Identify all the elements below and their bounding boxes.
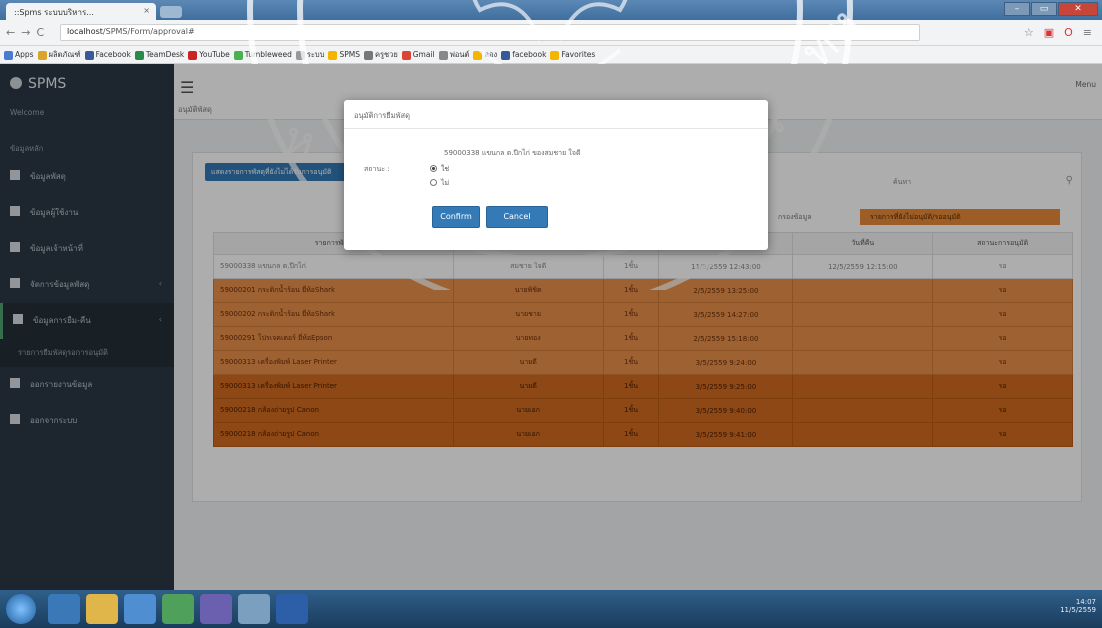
extension-icon[interactable]: ▣ — [1044, 26, 1054, 39]
bookmark-item[interactable]: ครูชวย — [363, 49, 398, 61]
bookmark-item[interactable]: Gmail — [401, 50, 435, 60]
line-icon[interactable] — [162, 594, 194, 624]
bookmark-icon — [328, 50, 338, 60]
browser-titlebar: ::Spms ระบบบริหาร... × – ▭ ✕ — [0, 0, 1102, 20]
bookmark-item[interactable]: Tumbleweed — [233, 50, 292, 60]
back-icon[interactable]: ← — [6, 26, 21, 39]
new-tab-button[interactable] — [160, 6, 182, 18]
bookmark-item[interactable]: Favorites — [550, 50, 595, 60]
radio-dot — [430, 165, 437, 172]
ie-icon[interactable] — [48, 594, 80, 624]
bookmark-label: Gmail — [412, 50, 435, 59]
close-window-button[interactable]: ✕ — [1058, 2, 1098, 16]
opera-icon[interactable]: O — [1064, 26, 1073, 39]
bookmark-icon — [401, 50, 411, 60]
windows-taskbar: 14:07 11/5/2559 — [0, 590, 1102, 628]
address-bar: ←→C localhost/SPMS/Form/approval# ☆ ▣ O … — [0, 20, 1102, 46]
bookmark-label: Facebook — [95, 50, 131, 59]
star-icon[interactable]: ☆ — [1024, 26, 1034, 39]
bookmark-icon — [188, 50, 198, 60]
app-icon[interactable] — [238, 594, 270, 624]
bookmark-item[interactable]: facebook — [501, 50, 546, 60]
clock-date: 11/5/2559 — [1060, 606, 1096, 614]
bookmark-icon — [134, 50, 144, 60]
nav-buttons: ←→C — [6, 26, 50, 39]
status-field-label: สถานะ : — [364, 165, 390, 173]
bookmark-item[interactable]: ผลิตภัณฑ์ — [37, 49, 81, 61]
bookmark-icon — [233, 50, 243, 60]
bookmark-label: ครูชวย — [374, 50, 398, 59]
url-host: localhost — [67, 27, 103, 36]
bookmark-label: ลอง — [484, 50, 498, 59]
bookmark-item[interactable]: TeamDesk — [134, 50, 185, 60]
bookmark-icon — [295, 50, 305, 60]
url-input[interactable]: localhost/SPMS/Form/approval# — [60, 24, 920, 41]
browser-toolbar-icons: ☆ ▣ O ≡ — [1024, 26, 1092, 39]
system-tray: 14:07 11/5/2559 — [1060, 598, 1096, 614]
tab-title: ::Spms ระบบบริหาร... — [14, 8, 94, 17]
radio-label: ไม่ — [441, 179, 450, 187]
clock-time: 14:07 — [1075, 598, 1096, 606]
bookmark-label: ฟอนต์ — [449, 50, 470, 59]
cancel-button[interactable]: Cancel — [486, 206, 548, 228]
word-icon[interactable] — [276, 594, 308, 624]
bookmark-label: Apps — [15, 50, 34, 59]
bookmark-item[interactable]: ลอง — [473, 49, 497, 61]
bookmark-item[interactable]: ระบบ — [295, 49, 325, 61]
radio-label: ใช่ — [441, 165, 450, 173]
bookmark-label: Favorites — [561, 50, 596, 59]
bookmark-label: ผลิตภัณฑ์ — [48, 50, 81, 59]
window-controls: – ▭ ✕ — [1004, 2, 1098, 16]
menu-icon[interactable]: ≡ — [1083, 26, 1092, 39]
forward-icon[interactable]: → — [21, 26, 36, 39]
bookmark-icon — [37, 50, 47, 60]
reload-icon[interactable]: C — [36, 26, 50, 39]
modal-title: อนุมัติการยืมพัสดุ — [354, 111, 410, 120]
modal-divider — [344, 128, 768, 129]
bookmark-label: TeamDesk — [145, 50, 185, 59]
bookmark-icon — [363, 50, 373, 60]
browser-tab[interactable]: ::Spms ระบบบริหาร... × — [6, 3, 156, 20]
bookmark-label: SPMS — [339, 50, 360, 59]
visual-studio-icon[interactable] — [200, 594, 232, 624]
bookmark-icon — [84, 50, 94, 60]
bookmark-icon — [4, 50, 13, 60]
bookmark-item[interactable]: YouTube — [188, 50, 230, 60]
bookmark-icon — [550, 50, 560, 60]
radio-dot — [430, 179, 437, 186]
bookmark-icon — [438, 50, 448, 60]
bookmark-item[interactable]: ฟอนต์ — [438, 49, 470, 61]
start-button[interactable] — [6, 594, 36, 624]
modal-message: 59000338 แขนกล ต.ปีกไก่ ของสมชาย ใจดี — [444, 149, 581, 157]
minimize-button[interactable]: – — [1004, 2, 1030, 16]
bookmark-icon — [501, 50, 511, 60]
explorer-icon[interactable] — [86, 594, 118, 624]
radio-option-no[interactable]: ไม่ — [430, 178, 449, 189]
chrome-icon[interactable] — [124, 594, 156, 624]
tab-close-icon[interactable]: × — [143, 6, 150, 15]
radio-option-yes[interactable]: ใช่ — [430, 164, 449, 175]
url-path: /SPMS/Form/approval# — [102, 27, 195, 36]
bookmark-item[interactable]: SPMS — [328, 50, 360, 60]
bookmark-label: Tumbleweed — [244, 50, 292, 59]
bookmark-label: ระบบ — [306, 50, 325, 59]
bookmarks-bar: Apps ผลิตภัณฑ์ Facebook TeamDesk YouTube Tumb… — [0, 46, 1102, 64]
bookmark-label: facebook — [512, 50, 547, 59]
maximize-button[interactable]: ▭ — [1031, 2, 1057, 16]
bookmark-item[interactable]: Apps — [4, 50, 34, 60]
bookmark-item[interactable]: Facebook — [84, 50, 131, 60]
approval-modal: อนุมัติการยืมพัสดุ 59000338 แขนกล ต.ปีกไ… — [344, 100, 768, 250]
confirm-button[interactable]: Confirm — [432, 206, 480, 228]
bookmark-label: YouTube — [199, 50, 230, 59]
bookmark-icon — [473, 50, 483, 60]
